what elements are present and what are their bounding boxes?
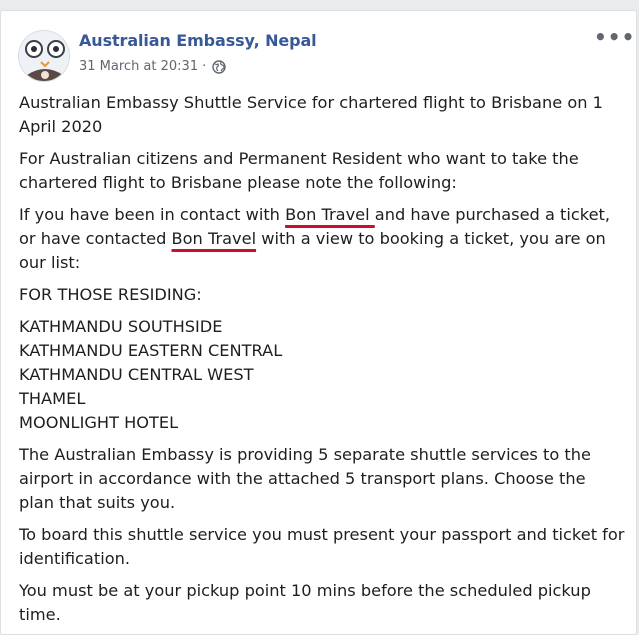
location-item: KATHMANDU CENTRAL WEST bbox=[19, 365, 254, 384]
post-meta: 31 March at 20:31 · bbox=[79, 59, 226, 74]
location-item: THAMEL bbox=[19, 389, 86, 408]
paragraph-passport: To board this shuttle service you must p… bbox=[19, 525, 625, 568]
post-timestamp[interactable]: 31 March at 20:31 bbox=[79, 59, 198, 74]
location-item: KATHMANDU SOUTHSIDE bbox=[19, 317, 223, 336]
avatar-image bbox=[19, 31, 69, 81]
globe-icon[interactable] bbox=[212, 59, 226, 74]
more-options-icon[interactable]: ••• bbox=[594, 27, 635, 47]
paragraph-intro: For Australian citizens and Permanent Re… bbox=[19, 149, 579, 192]
contact-text-1: If you have been in contact with bbox=[19, 205, 286, 224]
bon-travel-mention-1: Bon Travel bbox=[285, 205, 375, 224]
location-item: MOONLIGHT HOTEL bbox=[19, 413, 179, 432]
paragraph-pickup: You must be at your pickup point 10 mins… bbox=[19, 581, 591, 624]
paragraph-residing: FOR THOSE RESIDING: bbox=[19, 285, 202, 304]
avatar[interactable] bbox=[18, 30, 70, 82]
location-item: KATHMANDU EASTERN CENTRAL bbox=[19, 341, 283, 360]
locations-list: KATHMANDU SOUTHSIDE KATHMANDU EASTERN CE… bbox=[19, 315, 625, 435]
paragraph-shuttle: The Australian Embassy is providing 5 se… bbox=[19, 445, 591, 512]
post-body: Australian Embassy Shuttle Service for c… bbox=[19, 91, 625, 627]
bon-travel-mention-2: Bon Travel bbox=[171, 229, 257, 248]
author-name[interactable]: Australian Embassy, Nepal bbox=[79, 31, 317, 50]
paragraph-contact: If you have been in contact with Bon Tra… bbox=[19, 203, 625, 275]
meta-separator: · bbox=[202, 59, 207, 74]
post-card: Australian Embassy, Nepal 31 March at 20… bbox=[0, 10, 637, 635]
paragraph-title: Australian Embassy Shuttle Service for c… bbox=[19, 93, 603, 136]
